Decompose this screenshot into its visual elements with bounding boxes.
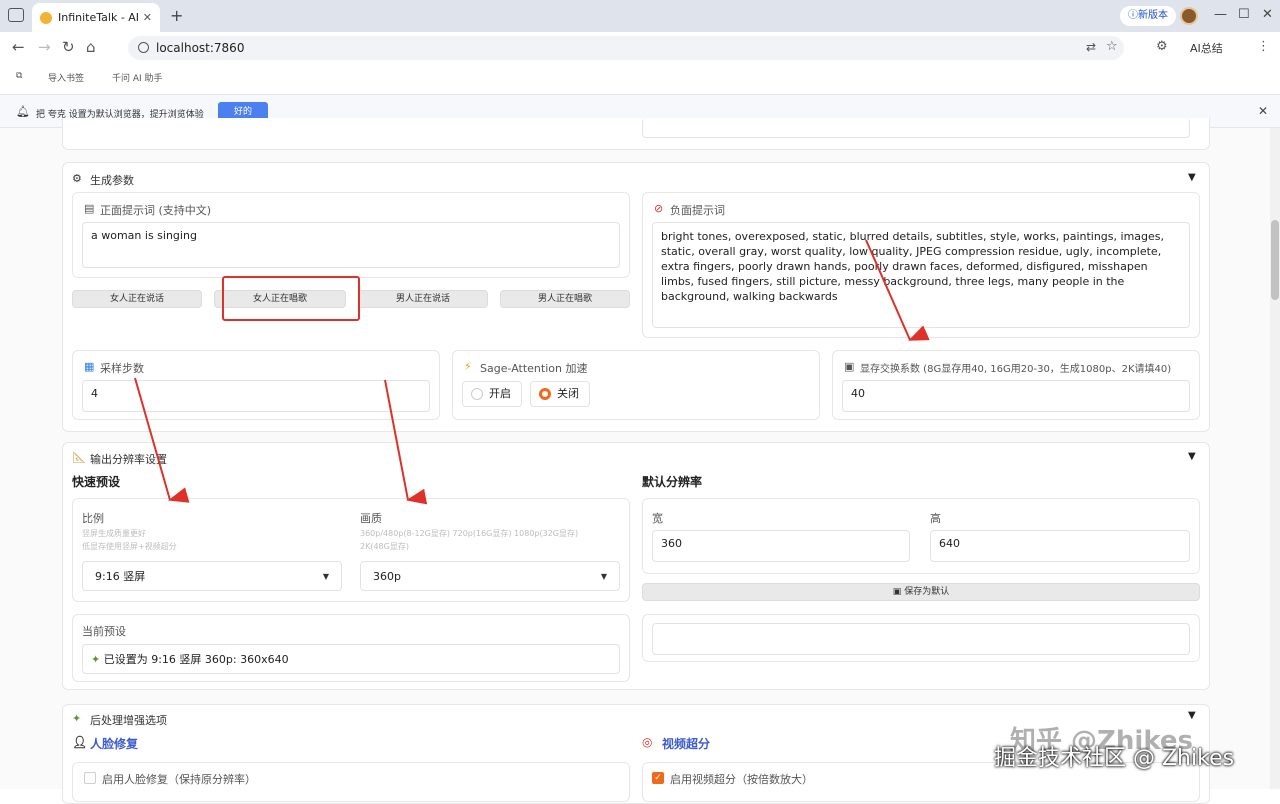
negative-prompt-input[interactable]: bright tones, overexposed, static, blurr… [652,222,1190,328]
sage-off-label: 关闭 [557,387,579,400]
ai-summary-button[interactable]: AI总结 [1190,40,1223,56]
sparkle-icon: ✦ [91,653,101,666]
vram-label: 显存交换系数 (8G显存用40, 16G用20-30，生成1080p、2K请填4… [860,364,1172,375]
negative-prompt-label: 负面提示词 [670,204,725,217]
radio-dot [471,388,483,400]
window-close-icon[interactable]: ✕ [1262,7,1273,22]
ratio-select[interactable]: 9:16 竖屏 ▼ [82,561,342,591]
preset-man-talking-button[interactable]: 男人正在说话 [358,290,488,308]
chat-icon: ▤ [84,202,95,215]
target-icon: ◎ [642,735,653,749]
preset-man-singing-button[interactable]: 男人正在唱歌 [500,290,630,308]
bookmark-qianwen[interactable]: 千问 AI 助手 [112,71,163,84]
current-preset-label: 当前预设 [82,625,126,638]
sage-off-radio[interactable]: 关闭 [530,381,590,407]
bell-icon: 🔔︎ [16,105,30,118]
resolution-title: 输出分辨率设置 [90,453,167,466]
vram-input[interactable]: 40 [842,380,1190,412]
positive-prompt-input[interactable]: a woman is singing [82,222,620,268]
steps-label: 采样步数 [100,362,144,375]
new-tab-button[interactable]: + [170,6,183,25]
positive-prompt-label: 正面提示词 (支持中文) [100,204,212,217]
grid-icon: ▦ [84,360,95,373]
sidebar-toggle-icon[interactable] [8,8,24,22]
infobar-close-icon[interactable]: ✕ [1258,104,1268,118]
tab-bar: InfiniteTalk - AI ✕ + ⓘ新版本 — ☐ ✕ [0,0,1280,32]
height-input[interactable]: 640 [930,530,1190,562]
height-label: 高 [930,512,941,525]
bookmarks-manager-icon[interactable]: ⧉ [16,71,22,81]
current-preset-value: 已设置为 9:16 竖屏 360p: 360x640 [103,653,289,666]
menu-icon[interactable]: ⋮ [1257,39,1270,54]
avatar[interactable] [1180,7,1198,25]
quality-hint-2: 2K(48G显存) [360,542,409,551]
radio-dot-selected [539,388,551,400]
status-output [652,623,1190,655]
video-sr-title: 视频超分 [662,737,711,751]
width-label: 宽 [652,512,663,525]
previous-field [642,118,1190,138]
chevron-down-icon: ▼ [322,572,329,581]
scrollbar-thumb[interactable] [1271,220,1279,300]
ratio-hint-2: 低显存使用竖屏+视频超分 [82,542,177,551]
tab-title: InfiniteTalk - AI [58,11,140,24]
sage-attention-label: Sage-Attention 加速 [480,362,588,375]
face-restore-title: 人脸修复 [90,737,139,751]
update-badge[interactable]: ⓘ新版本 [1120,6,1176,26]
face-restore-label: 启用人脸修复（保持原分辨率） [102,773,256,786]
save-icon: ▣ [892,587,902,597]
person-icon: 👤︎ [72,735,88,749]
bookmark-star-icon[interactable]: ☆ [1106,39,1118,54]
save-default-button[interactable]: ▣ 保存为默认 [642,583,1200,601]
juejin-watermark: 掘金技术社区 @ Zhikes [994,746,1235,771]
forward-icon[interactable]: → [38,38,51,56]
current-preset-output: ✦ 已设置为 9:16 竖屏 360p: 360x640 [82,644,620,674]
prohibited-icon: ⊘ [654,202,664,215]
tab-close-icon[interactable]: ✕ [143,11,152,24]
minimize-icon[interactable]: — [1214,7,1227,22]
ratio-hint-1: 竖屏生成质量更好 [82,529,146,538]
quality-select-value: 360p [373,570,401,583]
resolution-collapse-icon[interactable]: ▼ [1188,451,1196,462]
preset-woman-talking-button[interactable]: 女人正在说话 [72,290,202,308]
gen-params-title: 生成参数 [90,174,134,187]
url-input[interactable]: localhost:7860 [128,36,1124,60]
annotation-highlight-box [222,276,360,321]
save-default-label: 保存为默认 [904,587,950,597]
favicon-icon [40,11,52,24]
bookmarks-bar: ⧉ 导入书签 千问 AI 助手 [0,64,1280,90]
collapse-toggle-icon[interactable]: ▼ [1188,172,1196,183]
chevron-down-icon: ▼ [600,572,607,581]
sage-on-radio[interactable]: 开启 [462,381,522,407]
extensions-icon[interactable]: ⚙ [1156,39,1168,54]
gear-icon: ⚙ [72,172,82,185]
ruler-icon: 📐︎ [72,451,86,464]
ratio-select-value: 9:16 竖屏 [95,570,146,583]
video-sr-label: 启用视频超分（按倍数放大） [670,773,813,786]
width-input[interactable]: 360 [652,530,910,562]
back-icon[interactable]: ← [12,38,25,56]
default-resolution-title: 默认分辨率 [642,475,703,489]
sage-on-label: 开启 [489,387,511,400]
maximize-icon[interactable]: ☐ [1238,7,1250,22]
sparkle-icon: ✦ [72,712,82,725]
bookmark-import[interactable]: 导入书签 [48,71,84,84]
quality-hint-1: 360p/480p(8-12G显存) 720p(16G显存) 1080p(32G… [360,529,579,538]
steps-input[interactable]: 4 [82,380,430,412]
quality-label: 画质 [360,512,382,525]
post-processing-title: 后处理增强选项 [90,714,167,727]
site-info-icon[interactable] [138,42,149,53]
browser-tab[interactable]: InfiniteTalk - AI ✕ [32,3,160,32]
lightning-icon: ⚡ [464,360,472,373]
ratio-label: 比例 [82,512,104,525]
face-restore-checkbox[interactable] [84,772,96,784]
quality-select[interactable]: 360p ▼ [360,561,620,591]
quick-preset-title: 快速预设 [72,475,121,489]
video-sr-checkbox[interactable]: ✓ [652,772,664,784]
translate-icon[interactable]: ⇄ [1086,40,1096,54]
floppy-icon: ▣ [844,360,855,373]
home-icon[interactable]: ⌂ [86,38,96,56]
reload-icon[interactable]: ↻ [62,38,75,56]
